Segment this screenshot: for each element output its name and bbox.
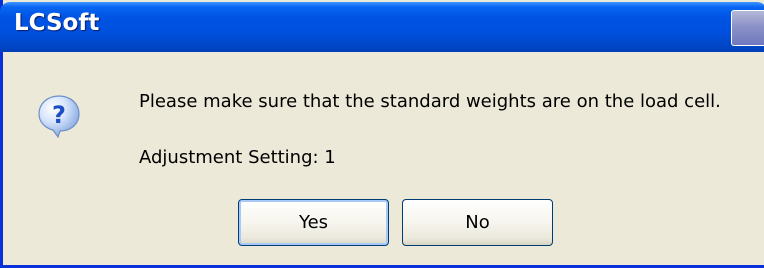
dialog-window: LCSoft ? Please make sure that the stand… <box>0 0 764 268</box>
close-button[interactable] <box>731 10 764 46</box>
title-bar[interactable]: LCSoft <box>0 2 764 52</box>
yes-button[interactable]: Yes <box>238 199 389 246</box>
svg-text:?: ? <box>52 101 66 129</box>
no-button[interactable]: No <box>402 199 553 246</box>
dialog-body: ? Please make sure that the standard wei… <box>3 52 764 265</box>
dialog-message: Please make sure that the standard weigh… <box>139 91 721 112</box>
window-title: LCSoft <box>14 10 100 36</box>
adjustment-setting-text: Adjustment Setting: 1 <box>139 147 336 168</box>
question-icon: ? <box>38 95 80 139</box>
